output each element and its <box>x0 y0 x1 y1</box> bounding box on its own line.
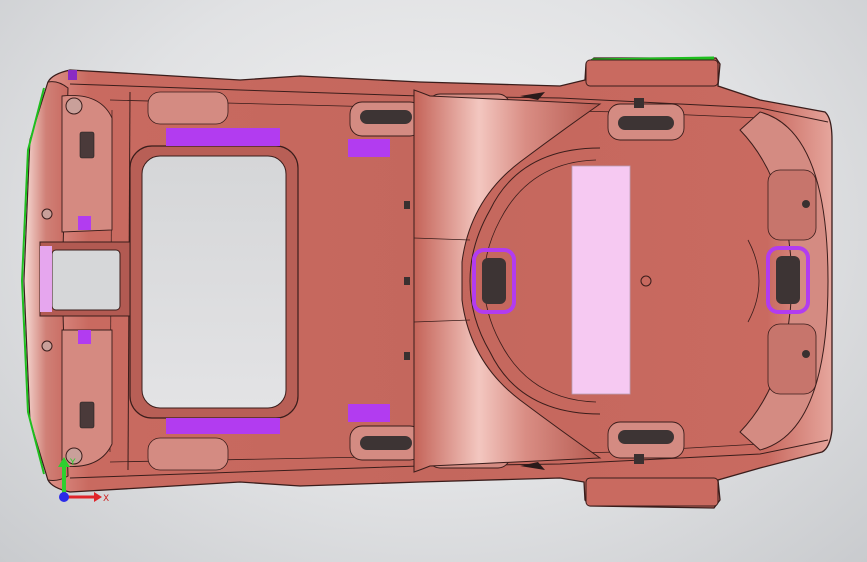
light-hole-bottom <box>41 340 53 352</box>
handle-recess-top-1[interactable] <box>349 101 423 137</box>
pad-front-top-corner[interactable] <box>68 70 77 80</box>
clip-rear-bottom <box>634 454 644 464</box>
fastener-3 <box>404 352 410 360</box>
pad-front-strip[interactable] <box>40 246 52 312</box>
visor-clip-bottom[interactable] <box>79 401 95 429</box>
sunroof-opening[interactable] <box>141 155 287 409</box>
pad-sunroof-top[interactable] <box>166 128 280 146</box>
rear-top-tab[interactable] <box>585 59 719 87</box>
coordinate-triad[interactable]: X Y <box>50 455 110 511</box>
handle-recess-bottom-left[interactable] <box>147 437 229 471</box>
fastener-1 <box>404 201 410 209</box>
handle-recess-bottom-1[interactable] <box>349 425 423 461</box>
overhead-console-opening[interactable] <box>51 249 121 311</box>
rear-bottom-tab[interactable] <box>585 477 719 507</box>
fastener-rear-top <box>802 200 810 208</box>
rear-dome-opening[interactable] <box>776 256 800 304</box>
x-axis-label: X <box>103 494 109 504</box>
sunvisor-recess-top[interactable] <box>61 95 113 233</box>
dome-light-opening[interactable] <box>482 258 506 304</box>
sunvisor-recess-bottom[interactable] <box>61 329 113 467</box>
handle-recess-top-3[interactable] <box>607 103 685 141</box>
y-axis-label: Y <box>69 458 76 468</box>
pad-front-upper[interactable] <box>78 216 91 230</box>
handle-recess-top-left[interactable] <box>147 91 229 125</box>
x-axis-arrow-icon <box>94 492 102 502</box>
pad-mid-top[interactable] <box>348 139 390 157</box>
handle-recess-bottom-3[interactable] <box>607 421 685 459</box>
visor-clip-top[interactable] <box>79 131 95 159</box>
pad-mid-bottom[interactable] <box>348 404 390 422</box>
pad-sunroof-bottom[interactable] <box>166 418 280 434</box>
headliner-3d-model[interactable] <box>0 0 867 562</box>
rear-recess-lower[interactable] <box>767 323 817 395</box>
cad-viewport[interactable]: X Y <box>0 0 867 562</box>
rear-pink-panel[interactable] <box>571 165 631 395</box>
fastener-2 <box>404 277 410 285</box>
light-hole-top <box>65 97 83 115</box>
pad-front-lower[interactable] <box>78 330 91 344</box>
z-axis-icon <box>59 492 69 502</box>
light-hole-top-2 <box>41 208 53 220</box>
clip-rear-top <box>634 98 644 108</box>
fastener-rear-bottom <box>802 350 810 358</box>
y-axis-arrow-icon <box>58 457 70 467</box>
